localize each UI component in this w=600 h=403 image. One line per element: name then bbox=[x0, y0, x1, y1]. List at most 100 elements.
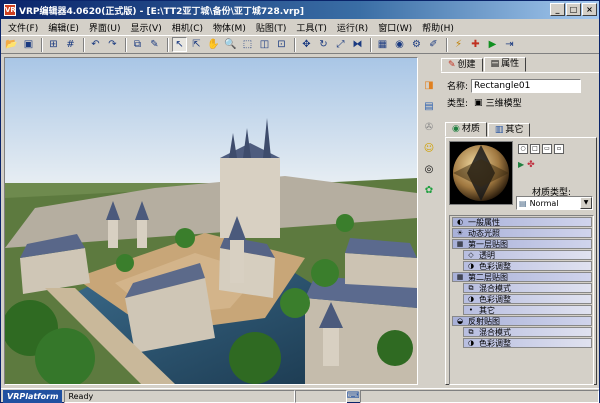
menu-view[interactable]: 显示(V) bbox=[126, 21, 167, 34]
menu-camera[interactable]: 相机(C) bbox=[167, 21, 208, 34]
list-item[interactable]: ⧉ 混合模式 bbox=[463, 327, 592, 337]
camera-icon[interactable]: ◉ bbox=[392, 37, 407, 52]
wrench-icon[interactable]: ✇ bbox=[421, 119, 437, 135]
pan-icon[interactable]: ✋ bbox=[206, 37, 221, 52]
app-icon[interactable]: VR bbox=[4, 4, 16, 16]
menu-texture[interactable]: 贴图(T) bbox=[251, 21, 292, 34]
tab-other[interactable]: ▥ 其它 bbox=[487, 123, 531, 137]
material-panel: ○ □ ▭ ▫ ▶ ✤ 材质类型: ▤ Normal ▼ ◐ 一般属性 ☀ 动态光照… bbox=[445, 137, 597, 385]
list-item[interactable]: ◇ 透明 bbox=[463, 250, 592, 260]
light-icon[interactable]: ◨ bbox=[421, 77, 437, 93]
gear-green-icon[interactable]: ✿ bbox=[421, 182, 437, 198]
list-item-label: 色彩调整 bbox=[479, 338, 511, 348]
material-tab-icon: ◉ bbox=[452, 124, 460, 134]
build-icon[interactable]: ✚ bbox=[468, 37, 483, 52]
tab-properties-label: 属性 bbox=[501, 59, 520, 69]
export-icon[interactable]: ⇥ bbox=[502, 37, 517, 52]
close-button[interactable]: × bbox=[582, 3, 597, 16]
list-item[interactable]: ◑ 色彩调整 bbox=[463, 338, 592, 348]
settings-icon[interactable]: ⚙ bbox=[409, 37, 424, 52]
list-item-label: 透明 bbox=[479, 250, 495, 260]
zoom-region-icon[interactable]: ⬚ bbox=[240, 37, 255, 52]
menu-file[interactable]: 文件(F) bbox=[3, 21, 43, 34]
image-icon[interactable]: ▤ bbox=[421, 98, 437, 114]
scale-icon[interactable]: ⤢ bbox=[333, 37, 348, 52]
select-add-icon[interactable]: ⇱ bbox=[189, 37, 204, 52]
list-item-label: 混合模式 bbox=[479, 283, 511, 293]
tab-create[interactable]: ✎ 创建 bbox=[441, 58, 483, 72]
mirror-icon[interactable]: ⧓ bbox=[350, 37, 365, 52]
cube-shape-icon[interactable]: □ bbox=[530, 144, 540, 154]
zoom-icon[interactable]: 🔍 bbox=[223, 37, 238, 52]
list-item[interactable]: ⧉ 混合模式 bbox=[463, 283, 592, 293]
sphere-shape-icon[interactable]: ○ bbox=[518, 144, 528, 154]
fit-icon[interactable]: ◫ bbox=[257, 37, 272, 52]
plane-shape-icon[interactable]: ▫ bbox=[554, 144, 564, 154]
fit-all-icon[interactable]: ⊡ bbox=[274, 37, 289, 52]
list-item-label: 动态光照 bbox=[468, 228, 500, 238]
normal-map-icon: ▤ bbox=[519, 198, 527, 208]
chevron-down-icon[interactable]: ▼ bbox=[580, 197, 592, 209]
color-adjust-icon: ◑ bbox=[467, 262, 475, 270]
menu-interface[interactable]: 界面(U) bbox=[84, 21, 126, 34]
minimize-button[interactable]: _ bbox=[550, 3, 565, 16]
color-buttons: ▶ ✤ bbox=[518, 160, 535, 170]
lens-icon[interactable]: ◎ bbox=[421, 161, 437, 177]
hash-icon[interactable]: # bbox=[63, 37, 78, 52]
edit-icon[interactable]: ✐ bbox=[426, 37, 441, 52]
blend-icon: ⧉ bbox=[468, 328, 474, 336]
toolbar-separator bbox=[294, 37, 296, 52]
scene-render bbox=[5, 58, 417, 384]
menu-tools[interactable]: 工具(T) bbox=[291, 21, 332, 34]
material-icon[interactable]: ▦ bbox=[375, 37, 390, 52]
general-icon: ◐ bbox=[456, 218, 464, 226]
tab-material[interactable]: ◉ 材质 bbox=[445, 122, 487, 137]
maximize-button[interactable]: □ bbox=[566, 3, 581, 16]
color-dots-icon[interactable]: ✤ bbox=[527, 160, 535, 170]
arrow-right-icon[interactable]: ▶ bbox=[518, 160, 524, 170]
undo-icon[interactable]: ↶ bbox=[88, 37, 103, 52]
menu-edit[interactable]: 编辑(E) bbox=[43, 21, 84, 34]
grid-icon[interactable]: ⊞ bbox=[46, 37, 61, 52]
name-input[interactable] bbox=[471, 78, 582, 93]
material-type-select[interactable]: ▤ Normal ▼ bbox=[516, 196, 593, 210]
list-item[interactable]: ◐ 一般属性 bbox=[452, 217, 592, 227]
run-icon[interactable]: ⚡ bbox=[451, 37, 466, 52]
redo-icon[interactable]: ↷ bbox=[105, 37, 120, 52]
select-icon[interactable]: ↖ bbox=[172, 37, 187, 52]
menu-help[interactable]: 帮助(H) bbox=[417, 21, 459, 34]
list-item[interactable]: • 其它 bbox=[463, 305, 592, 315]
name-label: 名称: bbox=[447, 82, 469, 92]
title-bar[interactable]: VR VRP编辑器4.0620(正式版) - [E:\TT2亚丁城\备份\亚丁城… bbox=[1, 1, 599, 19]
save-icon[interactable]: ▣ bbox=[21, 37, 36, 52]
copy-icon[interactable]: ⧉ bbox=[130, 37, 145, 52]
menu-window[interactable]: 窗口(W) bbox=[373, 21, 417, 34]
list-item[interactable]: ▦ 第二层贴图 bbox=[452, 272, 592, 282]
move-icon[interactable]: ✥ bbox=[299, 37, 314, 52]
list-item[interactable]: ◑ 色彩调整 bbox=[463, 294, 592, 304]
list-item[interactable]: ▦ 第一层贴图 bbox=[452, 239, 592, 249]
main-toolbar: 📂 ▣ ⊞ # ↶ ↷ ⧉ ✎ ↖ ⇱ ✋ 🔍 ⬚ ◫ ⊡ ✥ ↻ ⤢ ⧓ ▦ … bbox=[1, 36, 599, 54]
menu-object[interactable]: 物体(M) bbox=[208, 21, 251, 34]
app-window: VR VRP编辑器4.0620(正式版) - [E:\TT2亚丁城\备份\亚丁城… bbox=[0, 0, 600, 403]
brand-logo: VRPlatform bbox=[3, 389, 63, 403]
play-icon[interactable]: ▶ bbox=[485, 37, 500, 52]
list-item[interactable]: ◑ 色彩调整 bbox=[463, 261, 592, 271]
list-item-label: 反射贴图 bbox=[468, 316, 500, 326]
rotate-icon[interactable]: ↻ bbox=[316, 37, 331, 52]
window-title: VRP编辑器4.0620(正式版) - [E:\TT2亚丁城\备份\亚丁城728… bbox=[19, 6, 304, 17]
list-item[interactable]: ☀ 动态光照 bbox=[452, 228, 592, 238]
open-icon[interactable]: 📂 bbox=[4, 37, 19, 52]
status-cell-wide bbox=[359, 389, 599, 403]
3d-viewport[interactable] bbox=[4, 57, 418, 385]
toolbar-separator bbox=[41, 37, 43, 52]
cylinder-shape-icon[interactable]: ▭ bbox=[542, 144, 552, 154]
rename-icon[interactable]: ✎ bbox=[147, 37, 162, 52]
menu-run[interactable]: 运行(R) bbox=[332, 21, 373, 34]
face-icon[interactable]: ☺ bbox=[421, 140, 437, 156]
list-item-label: 一般属性 bbox=[468, 217, 500, 227]
tab-properties[interactable]: ▤ 属性 bbox=[483, 57, 527, 72]
list-item[interactable]: ◒ 反射贴图 bbox=[452, 316, 592, 326]
layer-icon: ▦ bbox=[456, 240, 464, 248]
material-preview[interactable] bbox=[449, 141, 513, 205]
